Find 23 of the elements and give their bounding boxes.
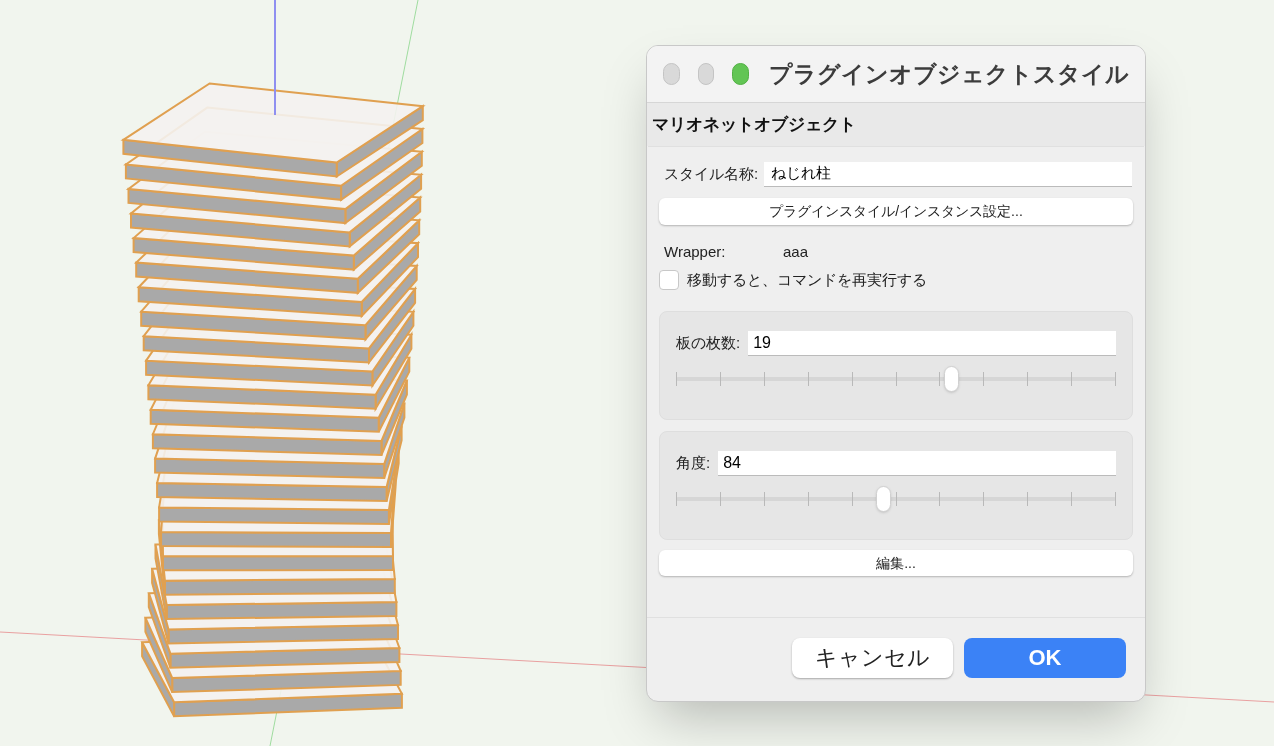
edit-button[interactable]: 編集...: [659, 550, 1133, 576]
checkbox-label: 移動すると、コマンドを再実行する: [687, 269, 927, 290]
wrapper-label: Wrapper:: [663, 241, 727, 262]
minimize-button[interactable]: [697, 63, 715, 85]
slider-thumb[interactable]: [943, 366, 959, 392]
checkbox[interactable]: [659, 270, 679, 290]
slider-track[interactable]: [676, 366, 1116, 392]
window-title: プラグインオブジェクトスタイル: [769, 59, 1129, 89]
parameter-field[interactable]: 19: [748, 330, 1116, 356]
parameter-label: 板の枚数:: [676, 332, 741, 353]
slider-track[interactable]: [676, 486, 1116, 512]
ok-button[interactable]: OK: [964, 637, 1126, 678]
style-name-field[interactable]: ねじれ柱: [764, 161, 1132, 187]
field-label: スタイル名称:: [663, 163, 760, 184]
section-header: マリオネットオブジェクト: [652, 113, 856, 136]
wrapper-value: aaa: [783, 241, 809, 262]
parameter-field[interactable]: 84: [718, 450, 1116, 476]
style-settings-button[interactable]: プラグインスタイル/インスタンス設定...: [659, 198, 1133, 225]
cancel-button[interactable]: キャンセル: [792, 637, 953, 678]
parameter-label: 角度:: [676, 452, 711, 473]
slider-thumb[interactable]: [875, 486, 891, 512]
close-button[interactable]: [663, 63, 680, 85]
zoom-button[interactable]: [732, 63, 749, 85]
